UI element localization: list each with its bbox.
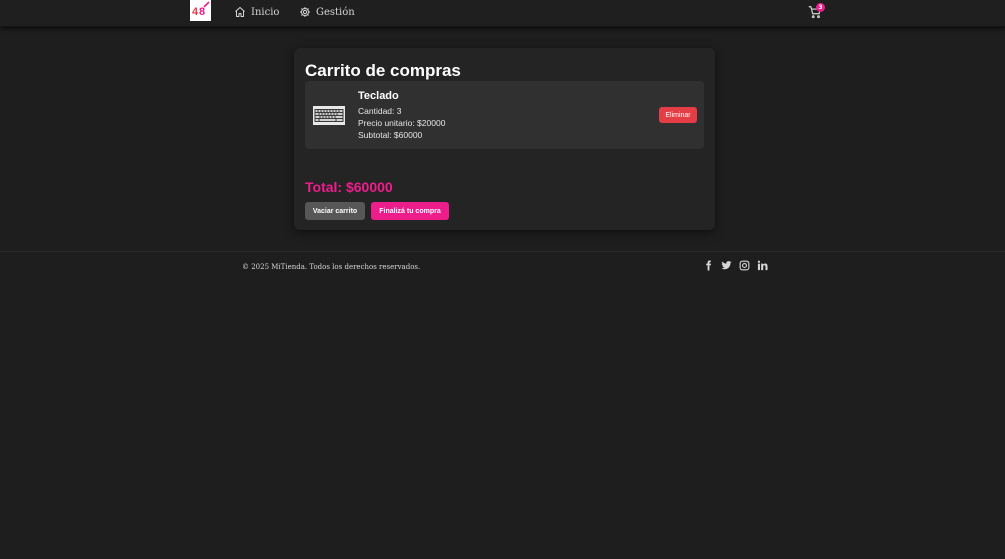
linkedin-icon[interactable] [757,260,768,271]
keyboard-thumbnail [313,106,345,125]
nav-link-inicio[interactable]: Inicio [234,5,279,19]
page-title: Carrito de compras [305,61,461,80]
navbar: 4 8 Inicio Gestión 3 [0,0,1005,27]
item-quantity: Cantidad: 3 [358,106,402,116]
item-name: Teclado [358,90,399,102]
cart-count-badge: 3 [816,3,825,12]
cart-total: Total: $60000 [305,179,393,195]
cart-card: Carrito de compras Teclado Cantidad: 3 P… [294,48,715,230]
remove-item-button[interactable]: Eliminar [659,107,697,123]
svg-text:4: 4 [192,6,199,18]
nav-link-label: Inicio [251,6,280,18]
svg-text:8: 8 [199,6,205,18]
brand-logo-icon[interactable]: 4 8 [190,0,211,21]
gear-icon [299,6,311,18]
instagram-icon[interactable] [739,260,750,271]
clear-cart-button[interactable]: Vaciar carrito [305,202,365,220]
copyright-text: © 2025 MiTienda. Todos los derechos rese… [242,263,421,271]
checkout-button[interactable]: Finalizá tu compra [371,202,449,220]
footer: © 2025 MiTienda. Todos los derechos rese… [0,251,1005,281]
cart-item: Teclado Cantidad: 3 Precio unitario: $20… [305,81,704,149]
item-unit-price: Precio unitario: $20000 [358,118,446,128]
item-subtotal: Subtotal: $60000 [358,130,423,140]
twitter-icon[interactable] [721,260,732,271]
home-icon [234,6,246,18]
facebook-icon[interactable] [703,260,714,271]
nav-link-label: Gestión [316,6,355,18]
nav-link-gestion[interactable]: Gestión [299,5,355,19]
